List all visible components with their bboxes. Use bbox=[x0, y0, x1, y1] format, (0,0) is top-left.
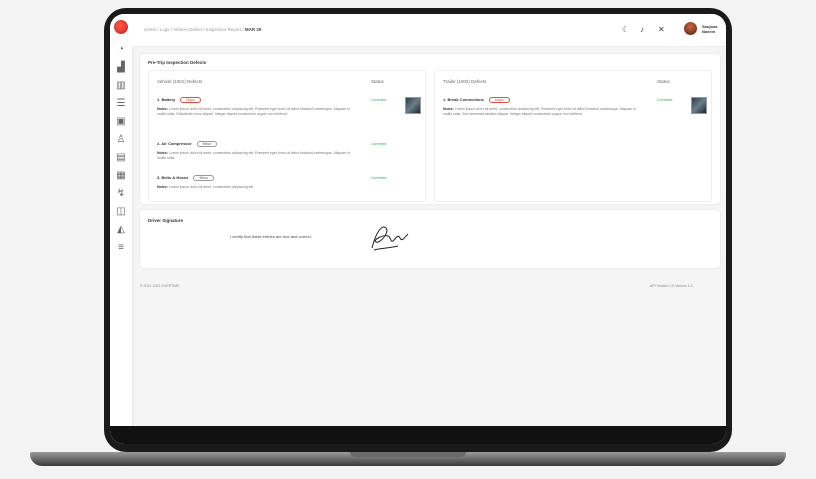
breadcrumb-vehicle-defect[interactable]: Vehicle Defect bbox=[173, 27, 202, 32]
report-icon[interactable]: ▦ bbox=[115, 170, 127, 182]
defect-name: 1. Battery bbox=[157, 97, 176, 102]
vehicle-defects-header: Vehicle (1001) Defects bbox=[157, 79, 203, 84]
trailer-defects-panel: Trailer (1002) Defects Status 1. Break C… bbox=[434, 70, 712, 202]
defect-notes: Lorem ipsum dolor sit amet, consectetur … bbox=[157, 151, 350, 160]
defect-notes: Lorem ipsum dolor sit amet, consectetur … bbox=[168, 185, 255, 189]
tools-icon[interactable]: ✕ bbox=[658, 25, 665, 34]
severity-badge: Major bbox=[489, 97, 510, 103]
status-corrected: Corrected bbox=[371, 142, 387, 146]
route-icon[interactable]: ↯ bbox=[115, 188, 127, 200]
moon-icon[interactable]: ☾ bbox=[622, 25, 629, 34]
status-corrected: Corrected bbox=[371, 98, 387, 102]
breadcrumb-current: MAR 29 bbox=[244, 27, 262, 32]
defect-name: 3. Belts & Hoses bbox=[157, 175, 189, 180]
app-logo[interactable] bbox=[114, 20, 128, 34]
inspection-title: Pre-Trip Inspection Defects bbox=[148, 60, 207, 65]
notes-label: Notes: bbox=[157, 107, 168, 111]
certify-text: I certify that these entries are true an… bbox=[230, 234, 312, 239]
footer-copyright: © 2021-2022 OVERTIME bbox=[140, 284, 180, 288]
signature-title: Driver Signature bbox=[148, 218, 184, 223]
defect-photo-thumbnail[interactable] bbox=[691, 97, 707, 114]
trailer-defect-1: 1. Break Connections Major Notes: Lorem … bbox=[443, 97, 643, 117]
driver-icon[interactable]: ♙ bbox=[115, 134, 127, 146]
trailer-status-header: Status bbox=[657, 79, 670, 84]
defect-name: 2. Air Compressor bbox=[157, 141, 192, 146]
user-role: Carrier bbox=[702, 30, 713, 34]
breadcrumb-home[interactable]: Home bbox=[144, 27, 156, 32]
vehicle-defect-1: 1. Battery Major Notes: Lorem ipsum dolo… bbox=[157, 97, 357, 117]
severity-badge: Minor bbox=[193, 175, 215, 181]
breadcrumb: Home / Logs / Vehicle Defect / Inspectio… bbox=[144, 27, 262, 32]
defect-photo-thumbnail[interactable] bbox=[405, 97, 421, 114]
bell-icon[interactable]: ♪ bbox=[640, 25, 644, 34]
severity-badge: Major bbox=[180, 97, 202, 103]
list-icon[interactable]: ☰ bbox=[115, 98, 127, 110]
defect-name: 1. Break Connections bbox=[443, 97, 484, 102]
vehicle-status-header: Status bbox=[371, 79, 384, 84]
notes-label: Notes: bbox=[443, 107, 454, 111]
bus-icon[interactable]: ▣ bbox=[115, 116, 127, 128]
footer-version: API Version 1.0 Version 1.0 bbox=[650, 284, 693, 288]
vehicle-defect-3: 3. Belts & Hoses Minor Notes: Lorem ipsu… bbox=[157, 175, 357, 190]
fleet-icon[interactable]: ▤ bbox=[115, 152, 127, 164]
severity-badge: Minor bbox=[196, 141, 218, 147]
vehicle-defect-2: 2. Air Compressor Minor Notes: Lorem ips… bbox=[157, 141, 357, 161]
screen-bottom-bar bbox=[110, 426, 726, 444]
notes-label: Notes: bbox=[157, 151, 168, 155]
trailer-defects-header: Trailer (1002) Defects bbox=[443, 79, 487, 84]
analytics-icon[interactable]: ◫ bbox=[115, 206, 127, 218]
fuel-icon[interactable]: ◭ bbox=[115, 224, 127, 236]
defect-notes: Lorem ipsum dolor sit amet, consectetur … bbox=[443, 107, 636, 116]
dashboard-icon[interactable]: ◔ bbox=[115, 44, 127, 56]
vehicle-defects-panel: Vehicle (1001) Defects Status 1. Battery… bbox=[148, 70, 426, 202]
status-corrected: Corrected bbox=[371, 176, 387, 180]
truck-icon[interactable]: ▟ bbox=[115, 62, 127, 74]
breadcrumb-logs[interactable]: Logs bbox=[160, 27, 170, 32]
breadcrumb-inspection-report[interactable]: Inspection Report bbox=[206, 27, 241, 32]
topbar: Home / Logs / Vehicle Defect / Inspectio… bbox=[132, 14, 726, 47]
signature-card: Driver Signature I certify that these en… bbox=[140, 210, 720, 268]
settings-icon[interactable]: ≡ bbox=[115, 242, 127, 254]
inspection-card: Pre-Trip Inspection Defects Vehicle (100… bbox=[140, 54, 720, 204]
chart-icon[interactable]: ▥ bbox=[115, 80, 127, 92]
signature-image bbox=[371, 226, 409, 251]
defect-notes: Lorem ipsum dolor sit amet, consectetur … bbox=[157, 107, 350, 116]
status-corrected: Corrected bbox=[657, 98, 673, 102]
avatar[interactable] bbox=[684, 22, 697, 35]
screen: ◔ ▟ ▥ ☰ ▣ ♙ ▤ ▦ ↯ ◫ ◭ ≡ Home / Logs / Ve… bbox=[110, 14, 726, 444]
notes-label: Notes: bbox=[157, 185, 168, 189]
sidebar: ◔ ▟ ▥ ☰ ▣ ♙ ▤ ▦ ↯ ◫ ◭ ≡ bbox=[110, 14, 133, 444]
laptop-notch bbox=[350, 452, 466, 457]
